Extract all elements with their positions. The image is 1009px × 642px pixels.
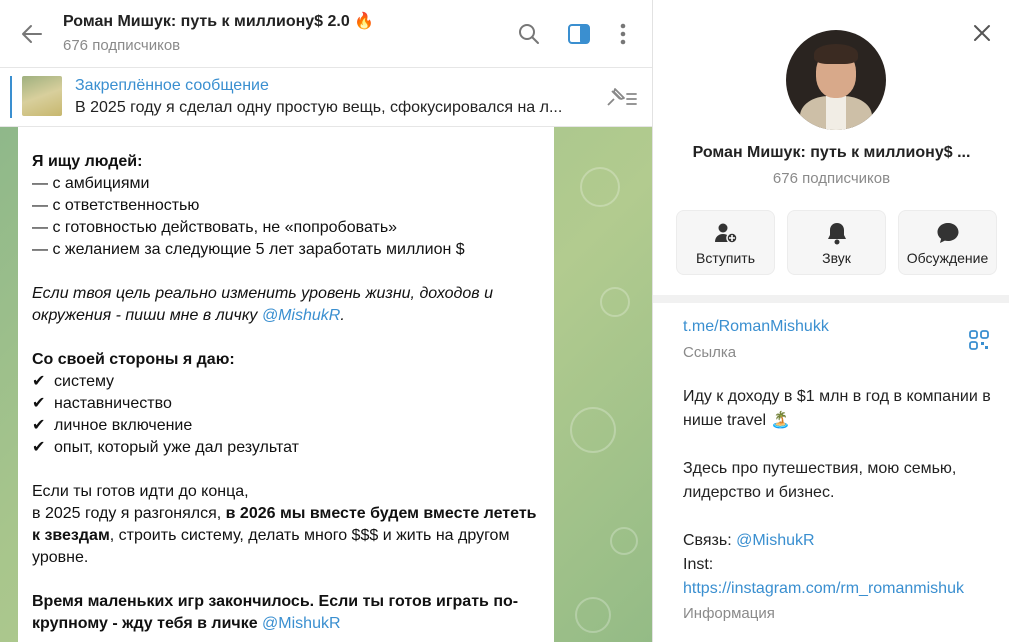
message-bubble: Я ищу людей: — с амбициями — с ответстве… [18,127,554,642]
pinned-indicator [10,76,12,118]
looking-item: — с амбициями [32,175,150,192]
give-item: ✔ системy [32,371,540,393]
mention-link[interactable]: @MishukR [262,307,340,324]
join-button[interactable]: Вступить [676,210,775,275]
pinned-message-bar[interactable]: Закреплённое сообщение В 2025 году я сде… [0,68,652,127]
channel-link[interactable]: t.me/RomanMishukk [683,318,829,336]
arrow-left-icon [22,25,42,43]
qr-code-icon [969,330,989,350]
qr-code-button[interactable] [969,330,989,350]
chat-pane: Роман Мишук: путь к миллиону$ 2.0 🔥 676 … [0,0,652,642]
pinned-title: Закреплённое сообщение [75,77,269,94]
channel-info-panel: Роман Мишук: путь к миллиону$ ... 676 по… [652,0,1009,642]
add-user-icon [714,223,738,244]
goal-paragraph: Если твоя цель реально изменить уровень … [32,285,493,324]
pinned-thumbnail [22,76,62,116]
description-line: Иду к доходу в $1 млн в год в компании в… [683,388,991,429]
pin-list-icon [607,88,637,106]
sidebar-icon [568,24,590,44]
bell-icon [827,223,846,245]
more-vertical-icon [620,23,626,45]
inst-label: Inst: [683,556,714,573]
check-icon: ✔ [32,395,46,412]
discussion-button[interactable]: Обсуждение [898,210,997,275]
action-buttons: Вступить Звук Обсуждение [653,210,1009,295]
chat-bubble-icon [937,223,958,243]
channel-title[interactable]: Роман Мишук: путь к миллиону$ 2.0 🔥 [63,11,374,31]
avatar[interactable] [786,30,886,130]
check-icon: ✔ [32,417,46,434]
ready-line: Если ты готов идти до конца, [32,483,249,500]
sound-label: Звук [822,250,851,266]
search-button[interactable] [515,20,543,48]
description-line: Здесь про путешествия, мою семью, лидерс… [683,460,957,501]
close-icon [974,25,990,41]
discussion-label: Обсуждение [906,250,989,266]
instagram-link[interactable]: https://instagram.com/rm_romanmishuk [683,580,964,597]
contact-line: Связь: @MishukR [683,532,815,549]
info-caption: Информация [683,605,775,622]
back-button[interactable] [18,20,46,48]
contact-link[interactable]: @MishukR [736,532,814,549]
give-item: ✔ личное включение [32,415,540,437]
subscriber-count: 676 подписчиков [63,37,181,54]
give-item: ✔ опыт, который уже дал результат [32,437,540,459]
pinned-list-button[interactable] [604,85,638,111]
close-panel-button[interactable] [969,20,995,46]
sound-button[interactable]: Звук [787,210,886,275]
give-item: ✔ наставничество [32,393,540,415]
final-paragraph: Время маленьких игр закончилось. Если ты… [32,593,519,632]
check-icon: ✔ [32,439,46,456]
more-menu-button[interactable] [609,20,637,48]
looking-item: — с готовностью действовать, не «попробо… [32,219,398,236]
channel-description: Иду к доходу в $1 млн в год в компании в… [683,385,1003,601]
looking-heading: Я ищу людей: [32,153,143,170]
chat-header: Роман Мишук: путь к миллиону$ 2.0 🔥 676 … [0,0,652,68]
link-caption: Ссылка [683,344,737,361]
looking-item: — с ответственностью [32,197,200,214]
profile-subscribers: 676 подписчиков [772,170,891,187]
profile-title: Роман Мишук: путь к миллиону$ ... [692,144,971,161]
chat-background: Я ищу людей: — с амбициями — с ответстве… [0,127,652,642]
looking-item: — с желанием за следующие 5 лет заработа… [32,241,465,258]
ready-paragraph: в 2025 году я разгонялся, в 2026 мы вмес… [32,505,537,566]
section-divider [653,295,1009,303]
check-icon: ✔ [32,373,46,390]
join-label: Вступить [695,250,755,266]
pinned-text: В 2025 году я сделал одну простую вещь, … [75,99,563,116]
message-text: Я ищу людей: — с амбициями — с ответстве… [32,127,540,635]
search-icon [519,24,539,44]
mention-link[interactable]: @MishukR [262,615,340,632]
sidebar-toggle-button[interactable] [565,20,593,48]
give-heading: Со своей стороны я даю: [32,351,235,368]
